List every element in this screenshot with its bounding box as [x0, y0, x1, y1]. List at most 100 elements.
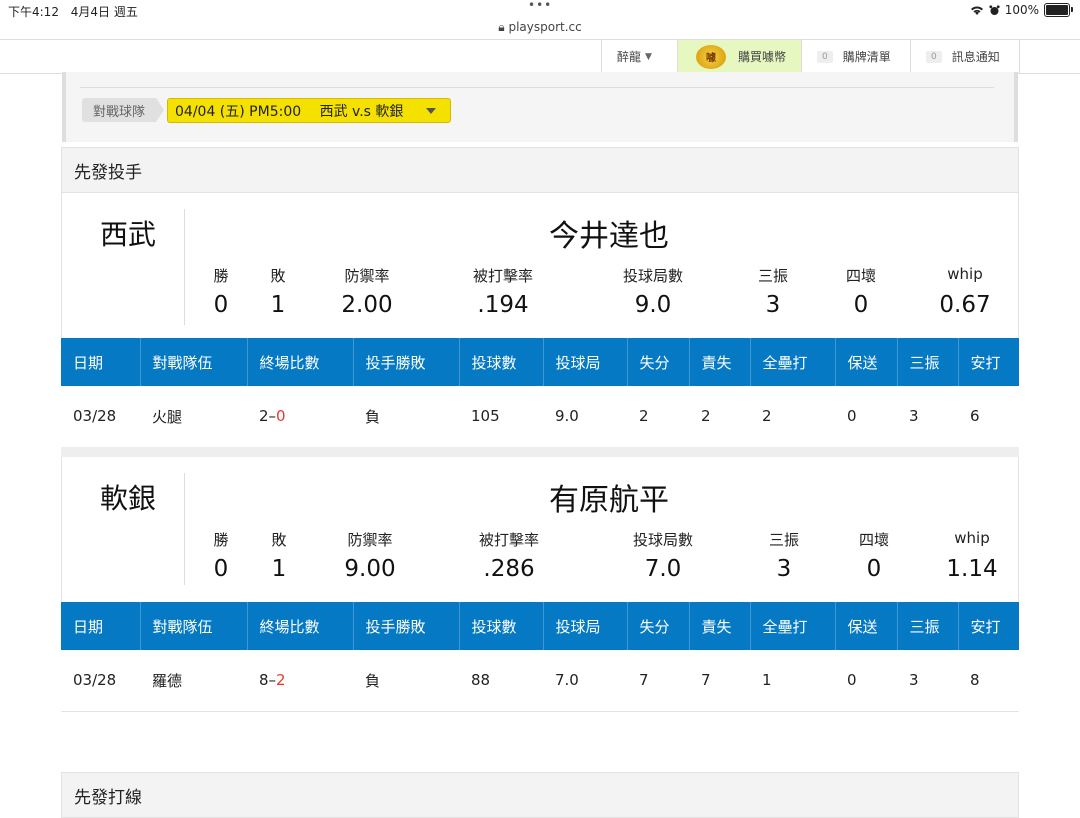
wifi-icon	[970, 6, 983, 15]
stat-value-baa: .194	[477, 292, 529, 318]
stat-value-so: 3	[765, 292, 781, 318]
stat-label-baa: 被打擊率	[472, 267, 534, 285]
score-dash: –	[268, 407, 277, 425]
stat-label-bb: 四壞	[845, 267, 877, 285]
user-name: 醉龍	[617, 50, 642, 64]
cell-strikeouts: 3	[909, 407, 919, 425]
cell-home-runs: 1	[762, 671, 772, 689]
stat-label-baa: 被打擊率	[478, 531, 540, 549]
cell-opponent: 羅德	[152, 671, 183, 690]
stat-label-era: 防禦率	[347, 531, 393, 549]
col-header-pitches: 投球數	[458, 338, 543, 386]
stat-value-ip: 7.0	[644, 556, 682, 582]
col-header-home-runs: 全壘打	[749, 602, 835, 650]
status-time: 下午4:12	[8, 5, 59, 19]
match-label: 對戰球隊	[82, 98, 164, 122]
pitcher-card: 軟銀 有原航平 勝 敗 防禦率 被打擊率 投球局數 三振 四壞 whip 0 1…	[61, 457, 1019, 602]
col-header-final-score: 終場比數	[246, 338, 353, 386]
cell-walks: 0	[847, 407, 857, 425]
cart-label: 購牌清單	[842, 50, 891, 64]
url-text: playsport.cc	[508, 20, 582, 34]
section-starting-lineup: 先發打線	[61, 772, 1019, 818]
cell-final-score: 8–2	[247, 650, 353, 710]
cart-button[interactable]: 0 購牌清單	[801, 40, 911, 73]
stat-label-so: 三振	[768, 531, 800, 549]
status-right: 100%	[970, 3, 1073, 17]
stat-label-whip: whip	[954, 529, 990, 547]
recent-games-table: 日期 對戰隊伍 終場比數 投手勝敗 投球數 投球局 失分 責失 全壘打 保送 三…	[61, 602, 1019, 710]
stat-value-baa: .286	[483, 556, 535, 582]
lock-icon: 🔒︎	[498, 20, 505, 34]
stat-value-whip: 1.14	[946, 556, 998, 582]
pitcher-name[interactable]: 今井達也	[62, 211, 1080, 255]
stat-value-so: 3	[776, 556, 792, 582]
table-header-row: 日期 對戰隊伍 終場比數 投手勝敗 投球數 投球局 失分 責失 全壘打 保送 三…	[61, 602, 1019, 650]
score-own: 2	[259, 407, 269, 425]
stat-label-wins: 勝	[213, 531, 229, 549]
cell-runs: 7	[639, 671, 649, 689]
cell-hits: 8	[970, 671, 980, 689]
score-dash: –	[268, 671, 277, 689]
cell-date: 03/28	[73, 407, 117, 425]
table-header-row: 日期 對戰隊伍 終場比數 投手勝敗 投球數 投球局 失分 責失 全壘打 保送 三…	[61, 338, 1019, 386]
battery-icon	[1044, 3, 1073, 17]
status-bar: 下午4:12 4月4日 週五 ••• 🔒︎ playsport.cc 100%	[0, 0, 1080, 34]
col-header-decision: 投手勝敗	[352, 338, 459, 386]
stat-label-wins: 勝	[213, 267, 229, 285]
cell-opponent: 火腿	[152, 407, 183, 426]
coin-icon: 噱	[696, 44, 726, 69]
card-bottom-border	[61, 711, 1019, 712]
match-select[interactable]: 04/04 (五) PM5:00 西武 v.s 軟銀	[167, 98, 451, 123]
notifications-button[interactable]: 0 訊息通知	[910, 40, 1020, 73]
status-date: 4月4日 週五	[70, 5, 138, 19]
stat-label-so: 三振	[757, 267, 789, 285]
col-header-hits: 安打	[957, 338, 1019, 386]
dropdown-arrow-icon	[426, 108, 436, 114]
stat-value-wins: 0	[213, 292, 229, 318]
pitcher-name[interactable]: 有原航平	[62, 475, 1080, 519]
pitcher-card: 西武 今井達也 勝 敗 防禦率 被打擊率 投球局數 三振 四壞 whip 0 1…	[61, 193, 1019, 338]
cell-final-score: 2–0	[247, 386, 353, 446]
col-header-runs: 失分	[626, 602, 689, 650]
cell-home-runs: 2	[762, 407, 772, 425]
col-header-decision: 投手勝敗	[352, 602, 459, 650]
col-header-opponent: 對戰隊伍	[139, 338, 247, 386]
divider	[80, 87, 994, 88]
stat-value-losses: 1	[270, 292, 286, 318]
alarm-icon	[989, 4, 1000, 15]
col-header-innings: 投球局	[542, 338, 627, 386]
top-nav: 醉龍 ▼ 噱 購買噱幣 0 購牌清單 0 訊息通知	[0, 39, 1080, 74]
stat-label-ip: 投球局數	[632, 531, 694, 549]
section-starting-pitchers: 先發投手	[61, 147, 1019, 193]
score-opponent: 0	[276, 407, 286, 425]
score-opponent: 2	[276, 671, 286, 689]
stat-label-era: 防禦率	[344, 267, 390, 285]
cell-pitches: 105	[471, 407, 500, 425]
cell-earned-runs: 2	[701, 407, 711, 425]
cell-decision: 負	[365, 407, 381, 426]
stat-value-bb: 0	[853, 292, 869, 318]
col-header-earned-runs: 責失	[688, 602, 750, 650]
table-row: 03/28 羅德 8–2 負 88 7.0 7 7 1 0 3 8	[61, 650, 1019, 710]
table-row: 03/28 火腿 2–0 負 105 9.0 2 2 2 0 3 6	[61, 386, 1019, 446]
user-menu[interactable]: 醉龍 ▼	[601, 40, 677, 73]
url-bar[interactable]: 🔒︎ playsport.cc	[0, 20, 1080, 35]
stat-value-bb: 0	[866, 556, 882, 582]
match-panel: 對戰球隊 04/04 (五) PM5:00 西武 v.s 軟銀	[62, 72, 1018, 142]
stat-value-wins: 0	[213, 556, 229, 582]
col-header-final-score: 終場比數	[246, 602, 353, 650]
card-separator	[61, 447, 1019, 457]
cell-date: 03/28	[73, 671, 117, 689]
cell-hits: 6	[970, 407, 980, 425]
cell-runs: 2	[639, 407, 649, 425]
stat-value-whip: 0.67	[939, 292, 991, 318]
more-dots-icon[interactable]: •••	[528, 0, 552, 12]
notify-count-badge: 0	[926, 50, 942, 63]
buy-coins-button[interactable]: 噱 購買噱幣	[677, 40, 801, 73]
cell-innings: 7.0	[555, 671, 579, 689]
col-header-date: 日期	[61, 602, 140, 650]
buy-coins-label: 購買噱幣	[738, 50, 787, 64]
cell-earned-runs: 7	[701, 671, 711, 689]
col-header-runs: 失分	[626, 338, 689, 386]
cell-innings: 9.0	[555, 407, 579, 425]
